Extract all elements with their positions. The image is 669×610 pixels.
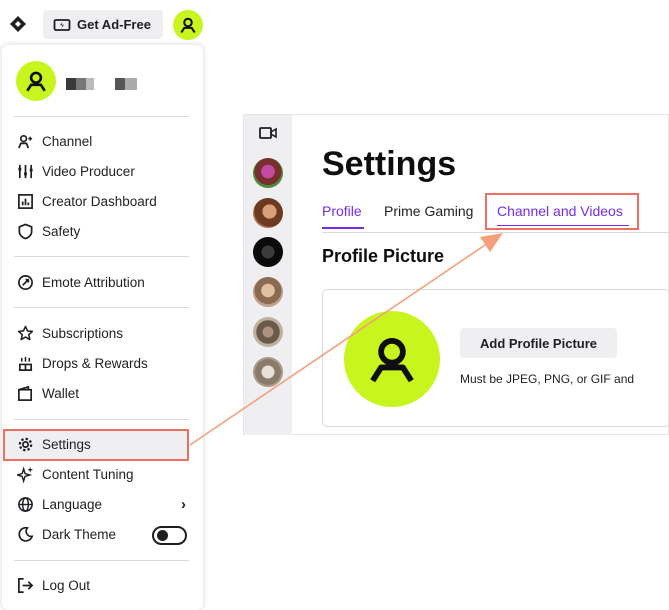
channel-avatar[interactable] — [253, 357, 283, 387]
section-title: Profile Picture — [322, 246, 445, 266]
channel-avatar[interactable] — [253, 198, 283, 228]
menu-item-video-producer[interactable]: Video Producer — [16, 159, 192, 183]
menu-item-label: Log Out — [42, 577, 91, 593]
top-bar: Get Ad-Free — [0, 0, 669, 48]
menu-divider — [14, 560, 189, 561]
gear-icon — [18, 437, 32, 451]
star-icon — [17, 325, 33, 340]
settings-panel: Settings Profile Prime Gaming Channel an… — [243, 114, 669, 435]
menu-item-label: Wallet — [42, 385, 80, 401]
channel-avatar[interactable] — [253, 237, 283, 267]
menu-divider — [14, 116, 189, 117]
dark-theme-toggle[interactable] — [152, 526, 187, 545]
dashboard-icon — [17, 193, 33, 209]
menu-item-label: Creator Dashboard — [42, 193, 157, 209]
menu-item-wallet[interactable]: Wallet — [16, 381, 192, 405]
sparkle-icon — [16, 465, 33, 483]
menu-item-log-out[interactable]: Log Out — [16, 573, 192, 597]
menu-item-label: Content Tuning — [42, 466, 134, 482]
menu-item-label: Language — [42, 496, 103, 512]
avatar — [16, 61, 56, 101]
add-profile-picture-button[interactable]: Add Profile Picture — [460, 328, 617, 358]
menu-divider — [14, 256, 189, 257]
chevron-right-icon: › — [181, 495, 186, 513]
channel-icon — [17, 134, 32, 148]
shield-icon — [18, 223, 32, 239]
menu-item-label: Safety — [42, 223, 81, 239]
menu-divider — [14, 307, 189, 308]
globe-icon — [17, 496, 33, 512]
emote-icon — [17, 274, 33, 290]
user-avatar-button[interactable] — [173, 10, 203, 40]
logout-icon — [17, 577, 33, 593]
moon-icon — [17, 526, 33, 542]
active-tab-underline — [322, 227, 364, 229]
logo-icon[interactable] — [9, 15, 27, 33]
profile-picture-card: Add Profile Picture Must be JPEG, PNG, o… — [322, 289, 669, 427]
menu-divider — [14, 419, 189, 420]
menu-item-label: Channel — [42, 133, 93, 149]
channel-avatar[interactable] — [253, 158, 283, 188]
user-icon — [180, 17, 196, 34]
followed-channels-rail — [244, 115, 292, 435]
get-ad-free-label: Get Ad-Free — [77, 17, 151, 32]
get-ad-free-button[interactable]: Get Ad-Free — [43, 10, 163, 39]
avatar — [344, 311, 440, 407]
toggle-knob — [157, 530, 168, 541]
menu-item-subscriptions[interactable]: Subscriptions — [16, 321, 192, 345]
menu-item-emote-attribution[interactable]: Emote Attribution — [16, 270, 192, 294]
menu-item-language[interactable]: Language › — [16, 492, 192, 516]
tab-profile[interactable]: Profile — [322, 203, 362, 219]
tab-prime-gaming[interactable]: Prime Gaming — [384, 203, 473, 219]
menu-item-label: Drops & Rewards — [42, 355, 148, 371]
file-format-hint: Must be JPEG, PNG, or GIF and — [460, 372, 635, 386]
menu-item-label: Video Producer — [42, 163, 135, 179]
channel-avatar[interactable] — [253, 317, 283, 347]
menu-item-label: Subscriptions — [42, 325, 124, 341]
menu-item-label: Settings — [42, 436, 91, 452]
user-icon — [370, 337, 414, 383]
menu-item-content-tuning[interactable]: Content Tuning — [16, 462, 192, 486]
menu-item-label: Emote Attribution — [42, 274, 145, 290]
gift-icon — [18, 356, 32, 371]
menu-item-settings-highlighted[interactable]: Settings — [16, 432, 192, 456]
menu-item-creator-dashboard[interactable]: Creator Dashboard — [16, 189, 192, 213]
page-title: Settings — [322, 145, 457, 183]
menu-item-channel[interactable]: Channel — [16, 129, 192, 153]
video-camera-icon[interactable] — [259, 125, 277, 141]
menu-item-safety[interactable]: Safety — [16, 219, 192, 243]
user-icon — [26, 71, 46, 92]
menu-user-header — [16, 61, 56, 101]
channel-avatar[interactable] — [253, 277, 283, 307]
wallet-icon — [17, 385, 32, 401]
channel-videos-highlight-box — [485, 193, 639, 230]
ad-free-icon — [53, 18, 71, 31]
video-producer-icon — [17, 164, 33, 178]
menu-item-label: Dark Theme — [42, 526, 117, 542]
menu-item-drops-rewards[interactable]: Drops & Rewards — [16, 351, 192, 375]
